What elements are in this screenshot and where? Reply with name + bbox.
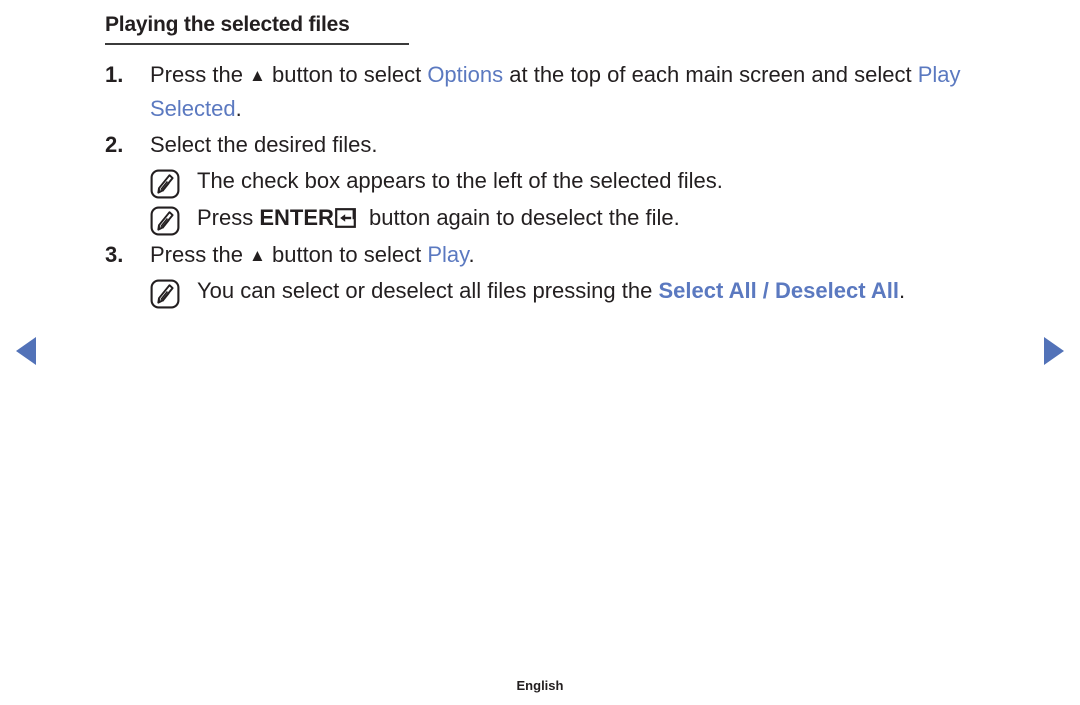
page-title-block: Playing the selected files: [105, 12, 409, 45]
next-page-arrow-icon[interactable]: [1044, 337, 1064, 365]
step-text-fragment: button to select: [265, 242, 428, 267]
note-text: The check box appears to the left of the…: [197, 164, 1045, 198]
step-text-fragment: button to select: [265, 62, 428, 87]
note-text: You can select or deselect all files pre…: [197, 274, 1045, 308]
list-item: 2. Select the desired files.: [105, 128, 1045, 162]
previous-page-arrow-icon[interactable]: [16, 337, 36, 365]
key-label-enter: ENTER: [259, 205, 334, 230]
list-item: 1. Press the ▲ button to select Options …: [105, 58, 1045, 126]
note-pencil-icon: [150, 279, 180, 309]
enter-key-icon: [335, 208, 361, 228]
note-pencil-icon: [150, 206, 180, 236]
step-number: 3.: [105, 242, 124, 267]
page-title: Playing the selected files: [105, 13, 350, 36]
step-text-fragment: at the top of each main screen and selec…: [503, 62, 918, 87]
note-text: Press ENTER button again to deselect the…: [197, 201, 1045, 235]
step-text: Press the ▲ button to select Play.: [150, 238, 1045, 272]
note-text-fragment: button again to deselect the file.: [362, 205, 680, 230]
step-text-fragment: Press the: [150, 62, 250, 87]
note-text-fragment: Press: [197, 205, 260, 230]
list-item: 3. Press the ▲ button to select Play.: [105, 238, 1045, 272]
step-text-fragment: Select the desired files.: [150, 132, 378, 157]
instruction-list: 1. Press the ▲ button to select Options …: [105, 58, 1045, 311]
menu-reference-play: Play: [427, 242, 469, 267]
manual-page: Playing the selected files 1. Press the …: [0, 0, 1080, 705]
menu-reference-select-all-deselect-all: Select All / Deselect All: [658, 278, 899, 303]
note-row: Press ENTER button again to deselect the…: [150, 201, 1045, 236]
note-row: You can select or deselect all files pre…: [150, 274, 1045, 309]
menu-reference-options: Options: [427, 62, 504, 87]
footer-language-label: English: [516, 678, 564, 693]
note-text-fragment: .: [898, 278, 906, 303]
note-text-fragment: You can select or deselect all files pre…: [197, 278, 659, 303]
step-text-fragment: Press the: [150, 242, 250, 267]
step-text-fragment: .: [235, 96, 242, 121]
note-row: The check box appears to the left of the…: [150, 164, 1045, 199]
title-underline-divider: [105, 43, 409, 45]
step-text: Press the ▲ button to select Options at …: [150, 58, 1045, 126]
step-number: 2.: [105, 132, 124, 157]
up-triangle-icon: ▲: [249, 246, 266, 265]
up-triangle-icon: ▲: [249, 66, 266, 85]
step-number: 1.: [105, 62, 124, 87]
step-text: Select the desired files.: [150, 128, 1045, 162]
note-text-fragment: The check box appears to the left of the…: [197, 168, 723, 193]
step-text-fragment: .: [468, 242, 475, 267]
note-pencil-icon: [150, 169, 180, 199]
